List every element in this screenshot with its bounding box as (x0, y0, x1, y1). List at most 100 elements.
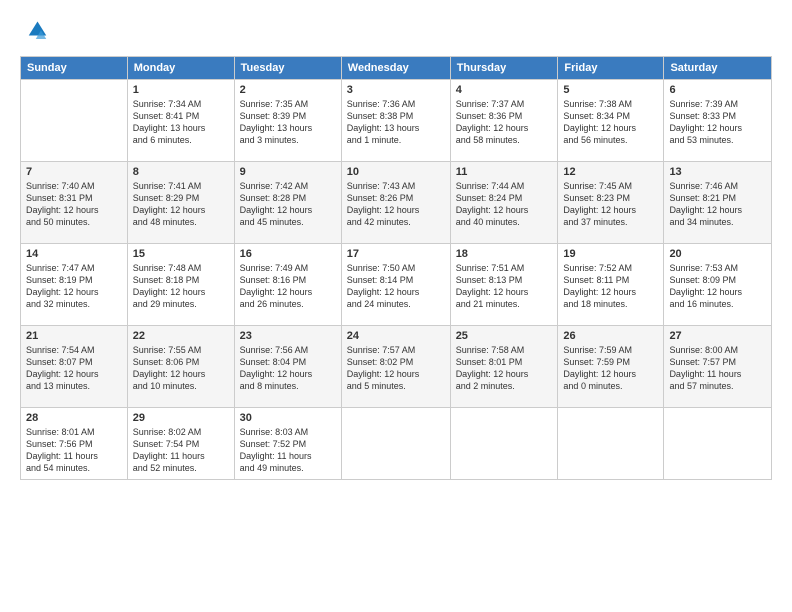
calendar-cell: 15 Sunrise: 7:48 AM Sunset: 8:18 PM Dayli… (127, 244, 234, 326)
day-info: Sunrise: 7:56 AM Sunset: 8:04 PM Dayligh… (240, 344, 336, 393)
calendar-cell: 18 Sunrise: 7:51 AM Sunset: 8:13 PM Dayli… (450, 244, 558, 326)
day-info: Sunrise: 8:01 AM Sunset: 7:56 PM Dayligh… (26, 426, 122, 475)
day-number: 14 (26, 248, 122, 260)
day-info: Sunrise: 7:36 AM Sunset: 8:38 PM Dayligh… (347, 98, 445, 147)
day-number: 6 (669, 84, 766, 96)
day-info: Sunrise: 7:43 AM Sunset: 8:26 PM Dayligh… (347, 180, 445, 229)
day-number: 2 (240, 84, 336, 96)
calendar-cell: 8 Sunrise: 7:41 AM Sunset: 8:29 PM Daylig… (127, 162, 234, 244)
day-number: 4 (456, 84, 553, 96)
calendar-cell (450, 408, 558, 480)
calendar-cell: 7 Sunrise: 7:40 AM Sunset: 8:31 PM Daylig… (21, 162, 128, 244)
calendar-cell: 17 Sunrise: 7:50 AM Sunset: 8:14 PM Dayli… (341, 244, 450, 326)
day-number: 26 (563, 330, 658, 342)
calendar-cell: 22 Sunrise: 7:55 AM Sunset: 8:06 PM Dayli… (127, 326, 234, 408)
calendar-cell: 2 Sunrise: 7:35 AM Sunset: 8:39 PM Daylig… (234, 80, 341, 162)
calendar-cell: 29 Sunrise: 8:02 AM Sunset: 7:54 PM Dayli… (127, 408, 234, 480)
calendar-day-header: Saturday (664, 57, 772, 80)
calendar-cell (341, 408, 450, 480)
day-number: 16 (240, 248, 336, 260)
day-info: Sunrise: 7:50 AM Sunset: 8:14 PM Dayligh… (347, 262, 445, 311)
day-info: Sunrise: 7:40 AM Sunset: 8:31 PM Dayligh… (26, 180, 122, 229)
day-number: 3 (347, 84, 445, 96)
calendar-cell: 11 Sunrise: 7:44 AM Sunset: 8:24 PM Dayli… (450, 162, 558, 244)
calendar-table: SundayMondayTuesdayWednesdayThursdayFrid… (20, 56, 772, 480)
day-number: 21 (26, 330, 122, 342)
calendar-day-header: Wednesday (341, 57, 450, 80)
calendar-day-header: Sunday (21, 57, 128, 80)
calendar-cell (21, 80, 128, 162)
calendar-cell: 28 Sunrise: 8:01 AM Sunset: 7:56 PM Dayli… (21, 408, 128, 480)
header (20, 18, 772, 46)
day-number: 28 (26, 412, 122, 424)
day-number: 5 (563, 84, 658, 96)
day-info: Sunrise: 7:54 AM Sunset: 8:07 PM Dayligh… (26, 344, 122, 393)
day-number: 18 (456, 248, 553, 260)
day-info: Sunrise: 7:57 AM Sunset: 8:02 PM Dayligh… (347, 344, 445, 393)
day-number: 29 (133, 412, 229, 424)
calendar-cell (664, 408, 772, 480)
calendar-cell: 25Sunrise: 7:58 AM Sunset: 8:01 PM Dayli… (450, 326, 558, 408)
day-number: 30 (240, 412, 336, 424)
day-info: Sunrise: 7:35 AM Sunset: 8:39 PM Dayligh… (240, 98, 336, 147)
day-info: Sunrise: 7:34 AM Sunset: 8:41 PM Dayligh… (133, 98, 229, 147)
day-info: Sunrise: 7:53 AM Sunset: 8:09 PM Dayligh… (669, 262, 766, 311)
day-info: Sunrise: 7:39 AM Sunset: 8:33 PM Dayligh… (669, 98, 766, 147)
day-number: 15 (133, 248, 229, 260)
day-info: Sunrise: 7:49 AM Sunset: 8:16 PM Dayligh… (240, 262, 336, 311)
day-info: Sunrise: 8:03 AM Sunset: 7:52 PM Dayligh… (240, 426, 336, 475)
day-number: 1 (133, 84, 229, 96)
day-number: 19 (563, 248, 658, 260)
calendar-cell: 21 Sunrise: 7:54 AM Sunset: 8:07 PM Dayli… (21, 326, 128, 408)
day-number: 27 (669, 330, 766, 342)
calendar-cell (558, 408, 664, 480)
page: SundayMondayTuesdayWednesdayThursdayFrid… (0, 0, 792, 612)
day-number: 17 (347, 248, 445, 260)
calendar-cell: 16 Sunrise: 7:49 AM Sunset: 8:16 PM Dayli… (234, 244, 341, 326)
day-number: 7 (26, 166, 122, 178)
calendar-cell: 5 Sunrise: 7:38 AM Sunset: 8:34 PM Daylig… (558, 80, 664, 162)
day-info: Sunrise: 7:52 AM Sunset: 8:11 PM Dayligh… (563, 262, 658, 311)
day-number: 12 (563, 166, 658, 178)
day-info: Sunrise: 7:51 AM Sunset: 8:13 PM Dayligh… (456, 262, 553, 311)
day-info: Sunrise: 7:38 AM Sunset: 8:34 PM Dayligh… (563, 98, 658, 147)
calendar-day-header: Tuesday (234, 57, 341, 80)
calendar-day-header: Thursday (450, 57, 558, 80)
day-info: Sunrise: 8:00 AM Sunset: 7:57 PM Dayligh… (669, 344, 766, 393)
day-info: Sunrise: 7:47 AM Sunset: 8:19 PM Dayligh… (26, 262, 122, 311)
calendar-cell: 30 Sunrise: 8:03 AM Sunset: 7:52 PM Dayli… (234, 408, 341, 480)
calendar-day-header: Friday (558, 57, 664, 80)
calendar-cell: 20 Sunrise: 7:53 AM Sunset: 8:09 PM Dayli… (664, 244, 772, 326)
calendar-cell: 13Sunrise: 7:46 AM Sunset: 8:21 PM Dayli… (664, 162, 772, 244)
day-info: Sunrise: 7:41 AM Sunset: 8:29 PM Dayligh… (133, 180, 229, 229)
logo-icon (20, 18, 48, 46)
day-info: Sunrise: 7:44 AM Sunset: 8:24 PM Dayligh… (456, 180, 553, 229)
calendar-cell: 10Sunrise: 7:43 AM Sunset: 8:26 PM Dayli… (341, 162, 450, 244)
calendar-cell: 9Sunrise: 7:42 AM Sunset: 8:28 PM Daylig… (234, 162, 341, 244)
day-number: 22 (133, 330, 229, 342)
calendar-cell: 19 Sunrise: 7:52 AM Sunset: 8:11 PM Dayli… (558, 244, 664, 326)
day-info: Sunrise: 7:45 AM Sunset: 8:23 PM Dayligh… (563, 180, 658, 229)
day-info: Sunrise: 8:02 AM Sunset: 7:54 PM Dayligh… (133, 426, 229, 475)
calendar-header-row: SundayMondayTuesdayWednesdayThursdayFrid… (21, 57, 772, 80)
calendar-cell: 27 Sunrise: 8:00 AM Sunset: 7:57 PM Dayli… (664, 326, 772, 408)
calendar-cell: 1 Sunrise: 7:34 AM Sunset: 8:41 PM Daylig… (127, 80, 234, 162)
calendar-cell: 3 Sunrise: 7:36 AM Sunset: 8:38 PM Daylig… (341, 80, 450, 162)
day-number: 25 (456, 330, 553, 342)
day-number: 8 (133, 166, 229, 178)
day-number: 20 (669, 248, 766, 260)
day-number: 23 (240, 330, 336, 342)
calendar-cell: 26Sunrise: 7:59 AM Sunset: 7:59 PM Dayli… (558, 326, 664, 408)
day-info: Sunrise: 7:55 AM Sunset: 8:06 PM Dayligh… (133, 344, 229, 393)
calendar-cell: 24 Sunrise: 7:57 AM Sunset: 8:02 PM Dayli… (341, 326, 450, 408)
calendar-day-header: Monday (127, 57, 234, 80)
calendar-cell: 4Sunrise: 7:37 AM Sunset: 8:36 PM Daylig… (450, 80, 558, 162)
day-number: 13 (669, 166, 766, 178)
day-number: 24 (347, 330, 445, 342)
calendar-cell: 14 Sunrise: 7:47 AM Sunset: 8:19 PM Dayli… (21, 244, 128, 326)
calendar-cell: 6 Sunrise: 7:39 AM Sunset: 8:33 PM Daylig… (664, 80, 772, 162)
calendar-cell: 23 Sunrise: 7:56 AM Sunset: 8:04 PM Dayli… (234, 326, 341, 408)
day-info: Sunrise: 7:48 AM Sunset: 8:18 PM Dayligh… (133, 262, 229, 311)
day-info: Sunrise: 7:42 AM Sunset: 8:28 PM Dayligh… (240, 180, 336, 229)
day-number: 11 (456, 166, 553, 178)
